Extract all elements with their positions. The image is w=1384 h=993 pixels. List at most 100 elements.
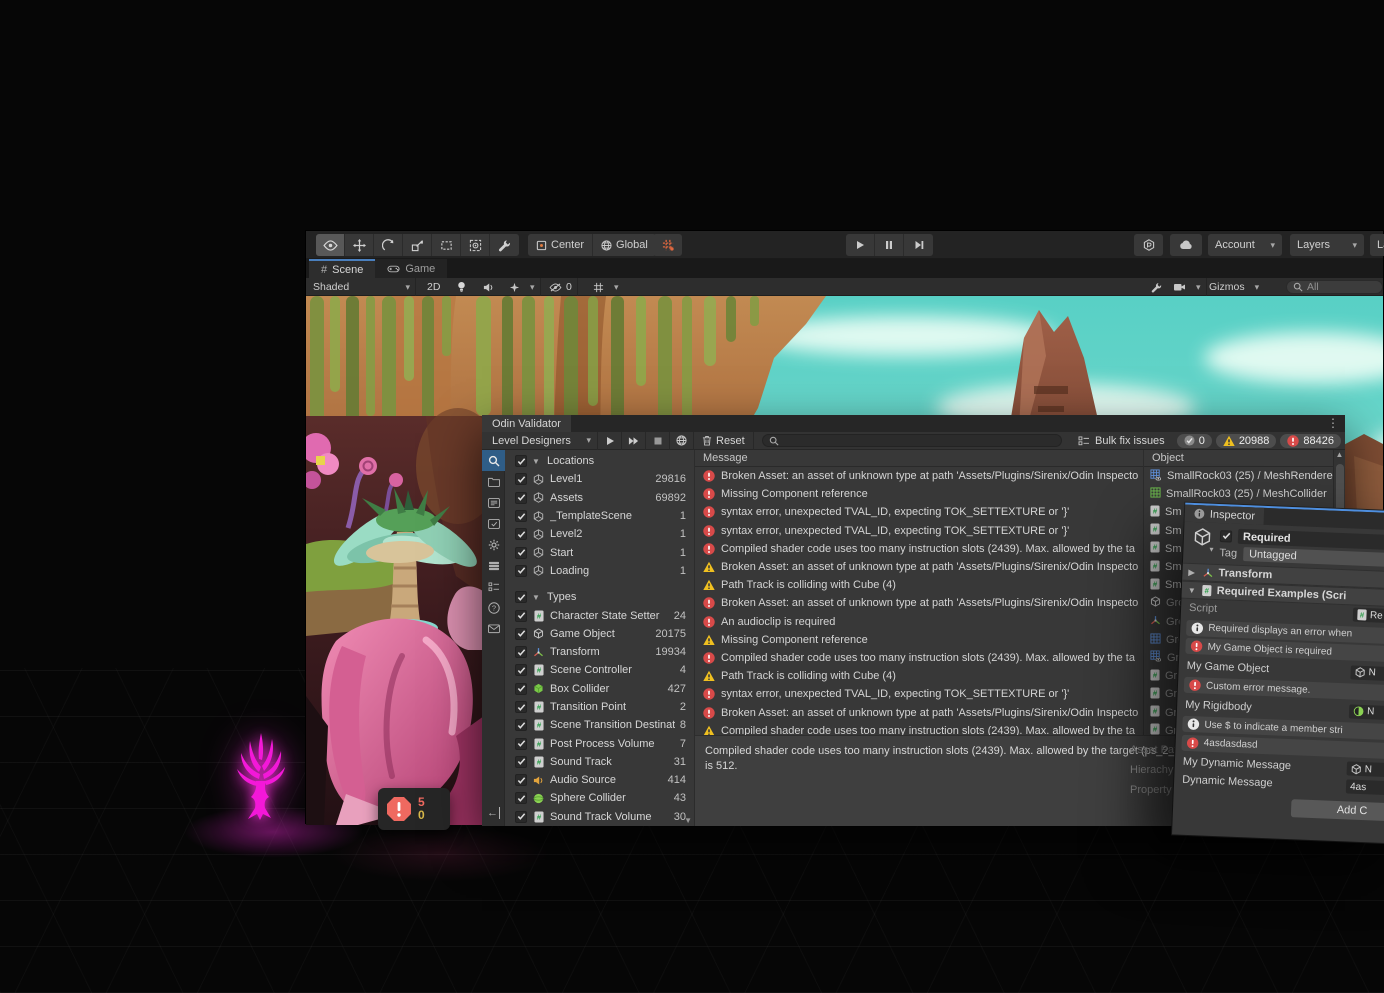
gizmos-dropdown[interactable]: Gizmos ▾ — [1204, 278, 1264, 296]
view-tool-button[interactable] — [316, 234, 345, 256]
filter-item[interactable]: Loading1 — [505, 562, 694, 580]
scale-tool-button[interactable] — [403, 234, 432, 256]
foldout-closed-icon[interactable]: ▶ — [1188, 567, 1197, 576]
checkbox[interactable] — [515, 492, 527, 504]
sidebar-settings-button[interactable] — [482, 534, 505, 555]
message-row[interactable]: syntax error, unexpected TVAL_ID, expect… — [695, 685, 1143, 703]
checkbox[interactable] — [515, 510, 527, 522]
checkbox[interactable] — [515, 565, 527, 577]
layout-dropdown[interactable]: La — [1370, 234, 1384, 256]
run-validation-button[interactable] — [598, 432, 622, 450]
stop-button[interactable] — [646, 432, 670, 450]
rotate-tool-button[interactable] — [374, 234, 403, 256]
kebab-menu-icon[interactable]: ⋮ — [1327, 416, 1339, 430]
message-row[interactable]: Missing Component reference — [695, 485, 1143, 503]
checkbox[interactable] — [515, 683, 527, 695]
pivot-global-button[interactable]: Global — [593, 234, 656, 256]
filter-item[interactable]: #Character State Setter24 — [505, 606, 694, 624]
filter-item[interactable]: Assets69892 — [505, 489, 694, 507]
checkbox[interactable] — [515, 701, 527, 713]
filter-item[interactable]: Level21 — [505, 525, 694, 543]
tab-game[interactable]: Game — [375, 259, 447, 278]
message-row[interactable]: syntax error, unexpected TVAL_ID, expect… — [695, 522, 1143, 540]
filter-item[interactable]: Audio Source414 — [505, 771, 694, 789]
filter-item[interactable]: Sphere Collider43 — [505, 789, 694, 807]
checkbox[interactable] — [515, 610, 527, 622]
message-row[interactable]: Broken Asset: an asset of unknown type a… — [695, 467, 1143, 485]
filter-item[interactable]: #Post Process Volume7 — [505, 734, 694, 752]
object-row[interactable]: SmallRock03 (25) / MeshRendere — [1144, 467, 1333, 485]
move-tool-button[interactable] — [345, 234, 374, 256]
text-field[interactable]: 4as — [1346, 779, 1384, 795]
hidden-objects-button[interactable]: 0 — [544, 278, 578, 296]
filter-item[interactable]: #Scene Transition Destinatio8 — [505, 716, 694, 734]
message-row[interactable]: Broken Asset: an asset of unknown type a… — [695, 703, 1143, 721]
checkbox[interactable] — [515, 591, 527, 603]
object-field[interactable]: N — [1349, 704, 1384, 720]
filter-item[interactable]: #Transition Point2 — [505, 698, 694, 716]
add-component-button[interactable]: Add C — [1291, 799, 1384, 822]
checkbox[interactable] — [515, 719, 527, 731]
checkbox[interactable] — [515, 774, 527, 786]
checkbox[interactable] — [515, 455, 527, 467]
run-all-button[interactable] — [622, 432, 646, 450]
message-row[interactable]: Compiled shader code uses too many instr… — [695, 540, 1143, 558]
message-row[interactable]: Compiled shader code uses too many instr… — [695, 649, 1143, 667]
filter-item[interactable]: _TemplateScene1 — [505, 507, 694, 525]
object-field[interactable]: N — [1347, 761, 1384, 777]
camera-dropdown[interactable]: ▾ — [1168, 278, 1207, 296]
gameobject-icon-dropdown[interactable]: ▾ — [1189, 527, 1214, 560]
filter-item[interactable]: Game Object20175 — [505, 625, 694, 643]
scroll-down-icon[interactable]: ▼ — [684, 816, 692, 825]
filter-item[interactable]: #Scene Controller4 — [505, 661, 694, 679]
validator-search-input[interactable] — [762, 434, 1062, 447]
checkbox[interactable] — [515, 664, 527, 676]
message-row[interactable]: An audioclip is required — [695, 613, 1143, 631]
sidebar-checklist-button[interactable] — [482, 576, 505, 597]
inspector-tab[interactable]: Inspector — [1185, 505, 1265, 525]
checkbox[interactable] — [515, 646, 527, 658]
scene-tools-button[interactable] — [1146, 278, 1167, 296]
filter-item[interactable]: Start1 — [505, 543, 694, 561]
sidebar-folder-button[interactable] — [482, 471, 505, 492]
grid-visibility-dropdown[interactable]: ▾ — [588, 278, 624, 296]
message-row[interactable]: Path Track is colliding with Cube (4) — [695, 667, 1143, 685]
scene-search-input[interactable]: All — [1286, 280, 1383, 294]
message-row[interactable]: syntax error, unexpected TVAL_ID, expect… — [695, 503, 1143, 521]
step-button[interactable] — [904, 234, 933, 256]
pivot-center-button[interactable]: Center — [528, 234, 593, 256]
object-column-header[interactable]: Object — [1144, 450, 1333, 467]
warning-count-badge[interactable]: 20988 — [1216, 434, 1277, 448]
script-object-field[interactable]: # Re — [1353, 608, 1384, 624]
sidebar-list-card-button[interactable] — [482, 492, 505, 513]
scroll-up-icon[interactable]: ▲ — [1336, 450, 1344, 462]
profile-dropdown[interactable]: Level Designers ▾ — [486, 432, 598, 450]
message-row[interactable]: Compiled shader code uses too many instr… — [695, 722, 1143, 735]
checkbox[interactable] — [515, 547, 527, 559]
grid-snap-button[interactable] — [653, 234, 682, 256]
validator-tab[interactable]: Odin Validator — [482, 415, 571, 432]
message-row[interactable]: Path Track is colliding with Cube (4) — [695, 576, 1143, 594]
active-checkbox[interactable] — [1220, 530, 1232, 542]
scene-validation-badge[interactable]: 5 0 — [378, 788, 450, 830]
checkbox[interactable] — [515, 811, 527, 823]
resolved-count-badge[interactable]: 0 — [1177, 434, 1212, 448]
checkbox[interactable] — [515, 756, 527, 768]
checkbox[interactable] — [515, 528, 527, 540]
filter-item[interactable]: #Sound Track Volume30 — [505, 808, 694, 826]
types-header[interactable]: ▼Types — [505, 588, 694, 606]
error-count-badge[interactable]: 88426 — [1280, 434, 1341, 448]
object-field[interactable]: N — [1350, 665, 1384, 681]
effects-dropdown[interactable]: ▾ — [504, 278, 541, 296]
layers-dropdown[interactable]: Layers ▾ — [1290, 234, 1364, 256]
object-row[interactable]: SmallRock03 (25) / MeshCollider — [1144, 485, 1333, 503]
checkbox[interactable] — [515, 738, 527, 750]
filter-item[interactable]: Level129816 — [505, 470, 694, 488]
sidebar-check-card-button[interactable] — [482, 513, 505, 534]
checkbox[interactable] — [515, 628, 527, 640]
foldout-open-icon[interactable]: ▼ — [1188, 585, 1197, 594]
locations-header[interactable]: ▼Locations — [505, 452, 694, 470]
pause-button[interactable] — [875, 234, 904, 256]
2d-toggle-button[interactable]: 2D — [422, 278, 445, 296]
tag-dropdown[interactable]: Untagged — [1243, 547, 1384, 568]
